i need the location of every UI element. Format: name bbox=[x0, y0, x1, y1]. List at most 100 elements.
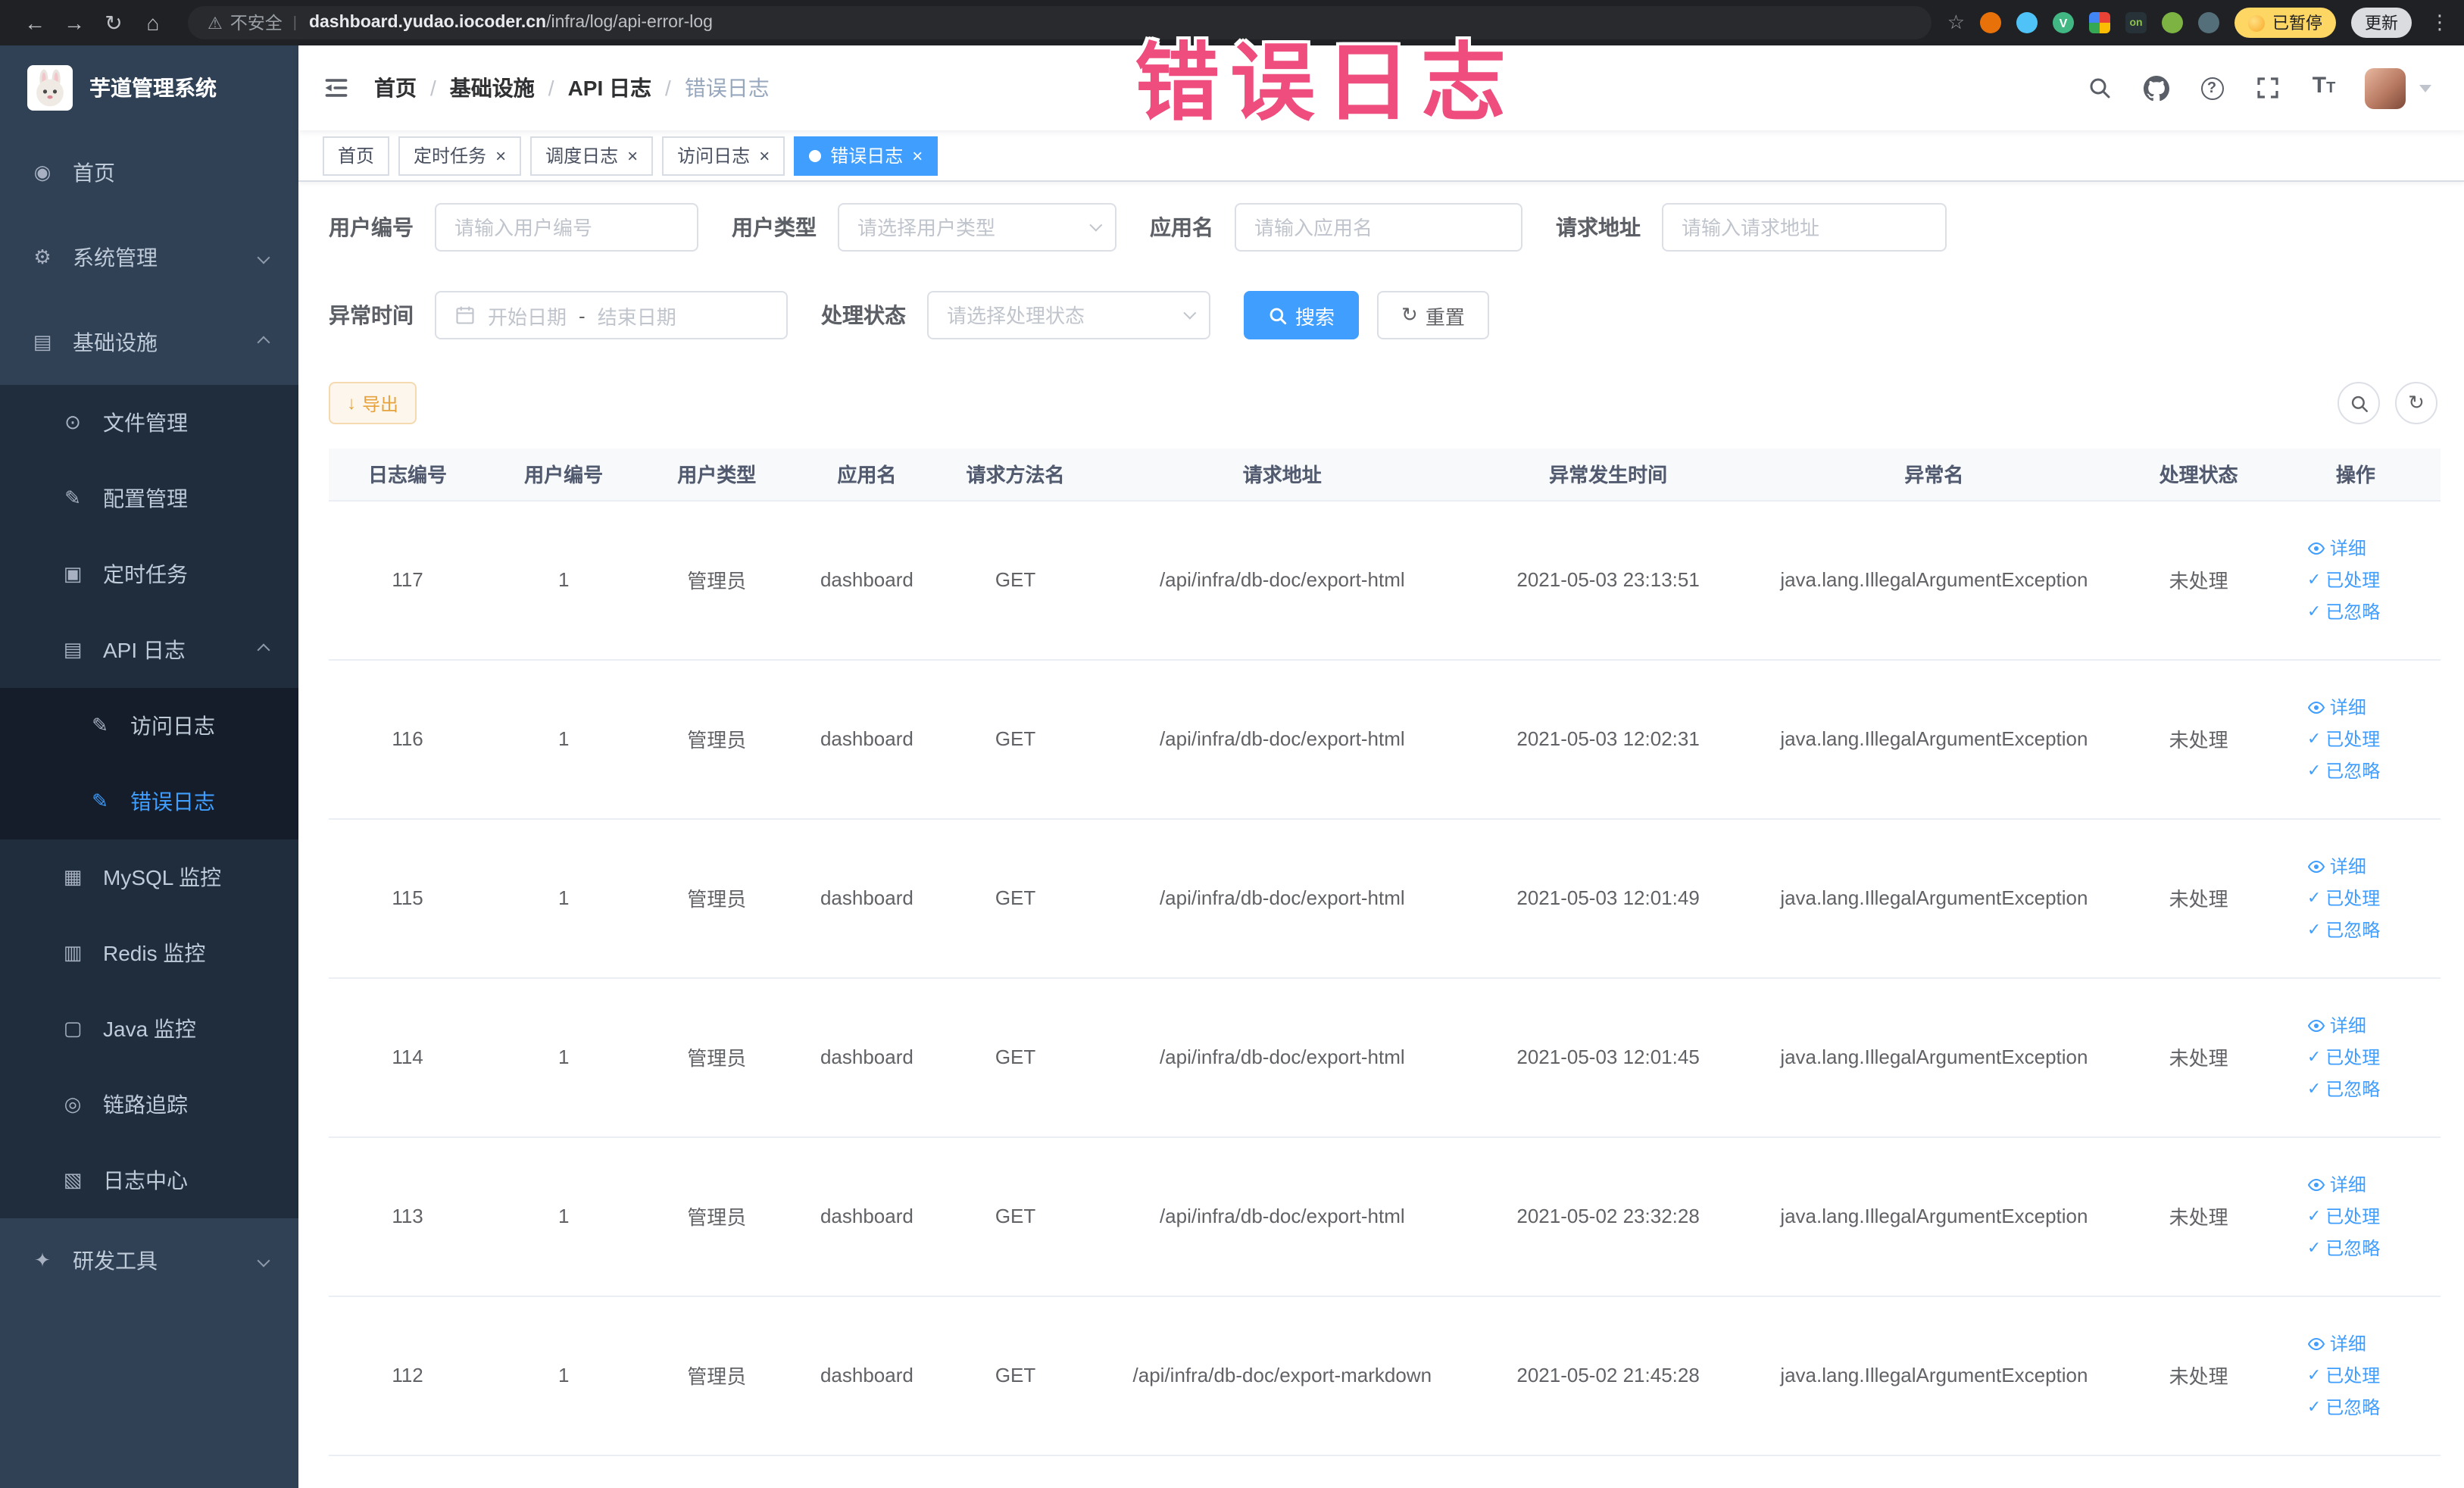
breadcrumb-home[interactable]: 首页 bbox=[374, 73, 417, 103]
sidebar-item-config-management[interactable]: ✎ 配置管理 bbox=[0, 461, 298, 536]
request-url-label: 请求地址 bbox=[1556, 215, 1641, 239]
ignored-link[interactable]: ✓ 已忽略 bbox=[2307, 917, 2380, 943]
user-type-select[interactable] bbox=[838, 203, 1116, 252]
refresh-table-button[interactable]: ↻ bbox=[2395, 382, 2437, 424]
avatar[interactable] bbox=[2365, 67, 2406, 108]
fullscreen-icon[interactable] bbox=[2253, 73, 2283, 103]
filter-user-id: 用户编号 bbox=[329, 203, 698, 252]
reset-button[interactable]: ↻ 重置 bbox=[1377, 291, 1489, 339]
vue-extension-label: V bbox=[2059, 16, 2068, 30]
close-icon[interactable]: × bbox=[759, 146, 770, 164]
sidebar-item-system-management[interactable]: ⚙ 系统管理 bbox=[0, 215, 298, 300]
chevron-down-icon bbox=[257, 251, 270, 264]
sidebar-item-log-center[interactable]: ▧ 日志中心 bbox=[0, 1143, 298, 1218]
font-size-icon[interactable]: TT bbox=[2309, 73, 2339, 103]
help-icon[interactable]: ? bbox=[2197, 73, 2227, 103]
processed-link[interactable]: ✓ 已处理 bbox=[2307, 1044, 2380, 1070]
detail-link[interactable]: 详细 bbox=[2307, 853, 2366, 879]
cell-request-url: /api/infra/db-doc/export-html bbox=[1089, 659, 1475, 819]
browser-home-icon[interactable]: ⌂ bbox=[133, 11, 173, 35]
update-button[interactable]: 更新 bbox=[2351, 8, 2412, 38]
close-icon[interactable]: × bbox=[912, 146, 923, 164]
toggle-search-button[interactable] bbox=[2338, 382, 2380, 424]
browser-back-icon[interactable]: ← bbox=[15, 11, 55, 35]
paused-badge[interactable]: 已暂停 bbox=[2234, 8, 2336, 38]
github-icon[interactable] bbox=[2141, 73, 2171, 103]
sidebar-item-home[interactable]: ◉ 首页 bbox=[0, 130, 298, 215]
sidebar-item-redis-monitor[interactable]: ▥ Redis 监控 bbox=[0, 915, 298, 991]
ignored-link[interactable]: ✓ 已忽略 bbox=[2307, 1076, 2380, 1102]
sidebar-item-access-log[interactable]: ✎ 访问日志 bbox=[0, 688, 298, 764]
detail-link[interactable]: 详细 bbox=[2307, 694, 2366, 720]
browser-menu-icon[interactable]: ⋮ bbox=[2430, 11, 2450, 35]
processed-link[interactable]: ✓ 已处理 bbox=[2307, 726, 2380, 752]
extension-orange-icon[interactable] bbox=[1980, 12, 2001, 33]
ignored-link[interactable]: ✓ 已忽略 bbox=[2307, 758, 2380, 783]
cell-exception-name: java.lang.IllegalArgumentException bbox=[1741, 500, 2127, 660]
processed-link[interactable]: ✓ 已处理 bbox=[2307, 1362, 2380, 1388]
tab-home[interactable]: 首页 bbox=[323, 136, 390, 175]
detail-link[interactable]: 详细 bbox=[2307, 1330, 2366, 1356]
processed-link[interactable]: ✓ 已处理 bbox=[2307, 1203, 2380, 1229]
sidebar-item-api-log[interactable]: ▤ API 日志 bbox=[0, 612, 298, 688]
export-button[interactable]: ↓ 导出 bbox=[329, 382, 417, 424]
breadcrumb-infrastructure[interactable]: 基础设施 bbox=[450, 73, 535, 103]
bookmark-star-icon[interactable]: ☆ bbox=[1947, 11, 1965, 35]
check-icon: ✓ bbox=[2306, 889, 2322, 908]
tab-schedule-log[interactable]: 调度日志 × bbox=[530, 136, 654, 175]
extension-proxy-icon[interactable]: on bbox=[2125, 12, 2147, 33]
app-name-input-field[interactable] bbox=[1254, 216, 1503, 239]
processed-link[interactable]: ✓ 已处理 bbox=[2307, 567, 2380, 592]
process-status-select[interactable] bbox=[927, 291, 1210, 339]
search-button[interactable]: 搜索 bbox=[1244, 291, 1360, 339]
breadcrumb-api-log[interactable]: API 日志 bbox=[568, 73, 651, 103]
browser-forward-icon[interactable]: → bbox=[55, 11, 94, 35]
extension-grid-icon[interactable] bbox=[2089, 12, 2110, 33]
sidebar-item-trace[interactable]: ◎ 链路追踪 bbox=[0, 1067, 298, 1143]
paused-badge-label: 已暂停 bbox=[2272, 15, 2322, 33]
process-status-select-field[interactable] bbox=[947, 304, 1191, 327]
sidebar-item-scheduled-jobs[interactable]: ▣ 定时任务 bbox=[0, 536, 298, 612]
detail-link[interactable]: 详细 bbox=[2307, 1012, 2366, 1038]
tab-error-log[interactable]: 错误日志 × bbox=[794, 136, 938, 175]
extension-blue-icon[interactable] bbox=[2016, 12, 2038, 33]
browser-reload-icon[interactable]: ↻ bbox=[94, 10, 133, 36]
sidebar-item-infrastructure[interactable]: ▤ 基础设施 bbox=[0, 300, 298, 385]
tab-scheduled-jobs[interactable]: 定时任务 × bbox=[398, 136, 522, 175]
user-id-input-field[interactable] bbox=[454, 216, 679, 239]
sidebar-item-devtools[interactable]: ✦ 研发工具 bbox=[0, 1218, 298, 1303]
exception-time-range-picker[interactable]: 开始日期 - 结束日期 bbox=[435, 291, 788, 339]
app-name-input[interactable] bbox=[1235, 203, 1522, 252]
search-icon[interactable] bbox=[2085, 73, 2115, 103]
extension-green-icon[interactable] bbox=[2162, 12, 2183, 33]
cell-exception-name: java.lang.IllegalArgumentException bbox=[1741, 659, 2127, 819]
sidebar-item-mysql-monitor[interactable]: ▦ MySQL 监控 bbox=[0, 839, 298, 915]
ignored-link[interactable]: ✓ 已忽略 bbox=[2307, 1394, 2380, 1420]
detail-link[interactable]: 详细 bbox=[2307, 535, 2366, 561]
sidebar-item-label: 访问日志 bbox=[130, 714, 215, 738]
request-url-input-field[interactable] bbox=[1682, 216, 1927, 239]
user-id-input[interactable] bbox=[435, 203, 698, 252]
ignored-link[interactable]: ✓ 已忽略 bbox=[2307, 1235, 2380, 1261]
hamburger-icon[interactable] bbox=[298, 74, 374, 102]
chevron-down-icon[interactable] bbox=[2419, 84, 2431, 92]
sidebar-item-file-management[interactable]: ⊙ 文件管理 bbox=[0, 385, 298, 461]
cell-process-status: 未处理 bbox=[2126, 1296, 2271, 1455]
close-icon[interactable]: × bbox=[495, 146, 506, 164]
breadcrumb-current: 错误日志 bbox=[684, 76, 770, 100]
sidebar-item-error-log[interactable]: ✎ 错误日志 bbox=[0, 764, 298, 839]
detail-link[interactable]: 详细 bbox=[2307, 1171, 2366, 1197]
cell-process-status: 未处理 bbox=[2126, 818, 2271, 978]
extension-vue-icon[interactable]: V bbox=[2053, 12, 2074, 33]
user-type-select-field[interactable] bbox=[857, 216, 1097, 239]
extension-pin-icon[interactable] bbox=[2198, 12, 2219, 33]
cell-log-id: 115 bbox=[329, 818, 487, 978]
sidebar-item-java-monitor[interactable]: ▢ Java 监控 bbox=[0, 991, 298, 1067]
ignored-link[interactable]: ✓ 已忽略 bbox=[2307, 599, 2380, 624]
request-url-input[interactable] bbox=[1662, 203, 1947, 252]
ignored-link-label: 已忽略 bbox=[2325, 920, 2381, 941]
address-bar[interactable]: ⚠ 不安全 | dashboard.yudao.iocoder.cn /infr… bbox=[188, 6, 1932, 39]
processed-link[interactable]: ✓ 已处理 bbox=[2307, 885, 2380, 911]
tab-access-log[interactable]: 访问日志 × bbox=[662, 136, 785, 175]
close-icon[interactable]: × bbox=[627, 146, 638, 164]
